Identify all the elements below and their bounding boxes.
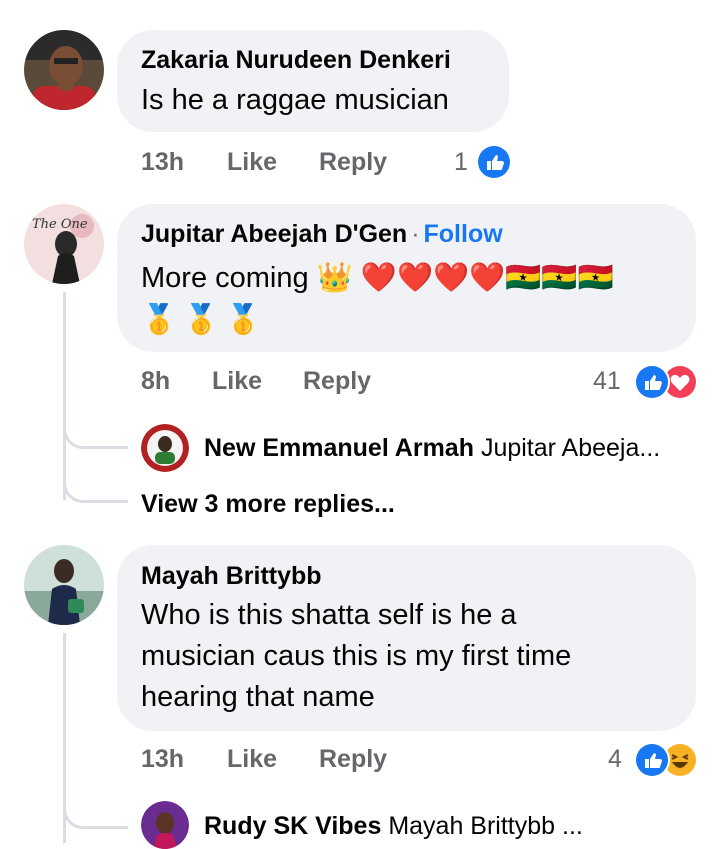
thread-line [63, 292, 66, 500]
comment-text-line-1: More coming 👑 ❤️❤️❤️❤️🇬🇭🇬🇭🇬🇭 [141, 262, 614, 294]
comment-text-line-3: hearing that name [141, 681, 375, 713]
thread-connector [63, 800, 128, 829]
reply-button[interactable]: Reply [303, 367, 371, 396]
avatar-photo [141, 801, 189, 849]
thread-connector [63, 470, 128, 503]
avatar-photo [141, 424, 189, 472]
reply-button[interactable]: Reply [319, 148, 387, 177]
separator-dot: · [411, 220, 420, 248]
like-icon[interactable] [634, 742, 670, 778]
like-icon[interactable] [476, 144, 512, 180]
like-icon[interactable] [634, 364, 670, 400]
avatar-zakaria[interactable] [24, 30, 104, 110]
comment-time[interactable]: 8h [141, 367, 170, 396]
comment-text-line-2: 🥇🥇🥇 [141, 304, 268, 336]
reply-preview[interactable]: Rudy SK Vibes Mayah Brittybb ... [204, 812, 583, 841]
reaction-count[interactable]: 1 [454, 148, 468, 177]
avatar-photo: The One [24, 204, 104, 284]
like-button[interactable]: Like [227, 745, 277, 774]
avatar-mayah[interactable] [24, 545, 104, 625]
avatar-photo [24, 30, 104, 110]
like-button[interactable]: Like [227, 148, 277, 177]
reply-text: Mayah Brittybb ... [388, 812, 583, 840]
comment-author: Jupitar Abeejah D'Gen · Follow [141, 220, 503, 249]
reply-author[interactable]: Rudy SK Vibes [204, 812, 381, 840]
like-button[interactable]: Like [212, 367, 262, 396]
view-more-replies-link[interactable]: View 3 more replies... [141, 490, 395, 519]
svg-text:The One: The One [32, 217, 88, 232]
reply-author[interactable]: New Emmanuel Armah [204, 434, 474, 462]
avatar-photo [24, 545, 104, 625]
comment-author-name[interactable]: Jupitar Abeejah D'Gen [141, 220, 407, 248]
follow-button[interactable]: Follow [424, 220, 503, 248]
reaction-count[interactable]: 41 [593, 367, 621, 396]
reply-text: Jupitar Abeeja... [480, 434, 661, 462]
avatar-new-emmanuel[interactable] [141, 424, 189, 472]
comment-text-line-1: Who is this shatta self is he a [141, 599, 517, 631]
comment-author[interactable]: Mayah Brittybb [141, 562, 322, 591]
comment-text: Is he a raggae musician [141, 84, 449, 116]
comment-time[interactable]: 13h [141, 745, 184, 774]
reply-preview[interactable]: New Emmanuel Armah Jupitar Abeeja... [204, 434, 660, 463]
comment-text-line-2: musician caus this is my first time [141, 640, 572, 672]
comment-author[interactable]: Zakaria Nurudeen Denkeri [141, 46, 451, 75]
thread-connector [63, 420, 128, 449]
reply-button[interactable]: Reply [319, 745, 387, 774]
avatar-jupitar[interactable]: The One [24, 204, 104, 284]
reaction-count[interactable]: 4 [608, 745, 622, 774]
comment-time[interactable]: 13h [141, 148, 184, 177]
avatar-rudy[interactable] [141, 801, 189, 849]
